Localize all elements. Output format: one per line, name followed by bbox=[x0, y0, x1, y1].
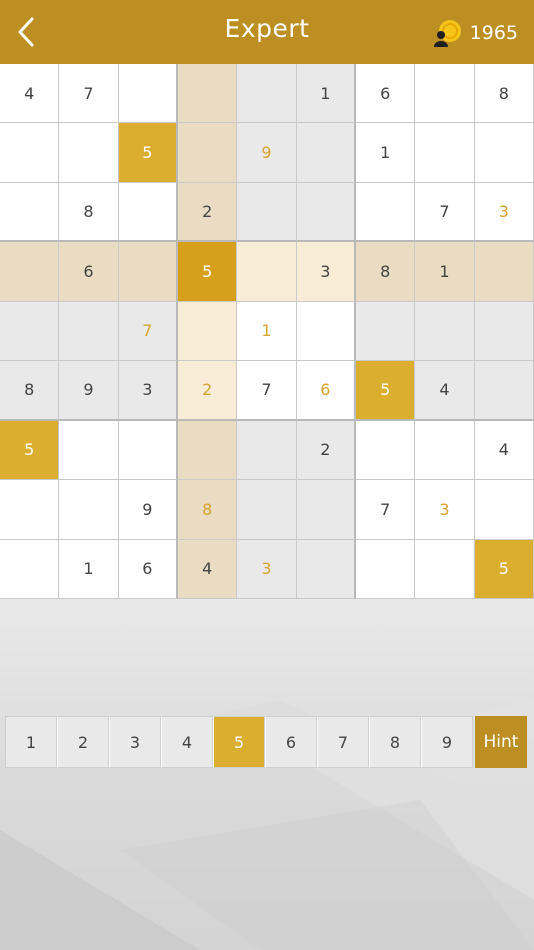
board-cell-r8-c6[interactable] bbox=[296, 480, 356, 540]
board-cell-r2-c8[interactable] bbox=[415, 123, 475, 183]
board-cell-r3-c4[interactable]: 2 bbox=[177, 182, 238, 243]
board-cell-r8-c9[interactable] bbox=[474, 480, 534, 540]
board-cell-r9-c9[interactable]: 5 bbox=[474, 539, 534, 599]
board-cell-r1-c3[interactable] bbox=[118, 64, 178, 124]
board-cell-r5-c6[interactable] bbox=[296, 301, 356, 362]
board-cell-r4-c2[interactable]: 6 bbox=[59, 242, 119, 302]
board-cell-r3-c7[interactable] bbox=[355, 182, 416, 243]
board-cell-r6-c8[interactable]: 4 bbox=[415, 361, 475, 421]
board-cell-r4-c3[interactable] bbox=[118, 242, 178, 302]
board-cell-r3-c8[interactable]: 7 bbox=[415, 182, 475, 243]
hint-button[interactable]: Hint bbox=[475, 716, 527, 768]
board-cell-r2-c7[interactable]: 1 bbox=[355, 123, 416, 183]
board-cell-r5-c2[interactable] bbox=[59, 301, 119, 362]
board-cell-r1-c7[interactable]: 6 bbox=[355, 64, 416, 124]
board-cell-r6-c6[interactable]: 6 bbox=[296, 361, 356, 421]
board-cell-r5-c8[interactable] bbox=[415, 301, 475, 362]
board-cell-r5-c3[interactable]: 7 bbox=[118, 301, 178, 362]
board-cell-r6-c4[interactable]: 2 bbox=[177, 361, 238, 421]
board-cell-r1-c2[interactable]: 7 bbox=[59, 64, 119, 124]
board-cell-r2-c4[interactable] bbox=[177, 123, 238, 183]
board-cell-r6-c2[interactable]: 9 bbox=[59, 361, 119, 421]
number-key-5[interactable]: 5 bbox=[213, 716, 265, 768]
board-cell-r5-c9[interactable] bbox=[474, 301, 534, 362]
coin-user-icon bbox=[432, 18, 462, 48]
board-cell-r7-c9[interactable]: 4 bbox=[474, 420, 534, 481]
board-cell-r9-c5[interactable]: 3 bbox=[237, 539, 297, 599]
board-cell-r5-c4[interactable] bbox=[177, 301, 238, 362]
board-cell-r5-c7[interactable] bbox=[355, 301, 416, 362]
board-cell-r4-c8[interactable]: 1 bbox=[415, 242, 475, 302]
board-cell-r2-c9[interactable] bbox=[474, 123, 534, 183]
board-cell-r6-c5[interactable]: 7 bbox=[237, 361, 297, 421]
board-cell-r6-c7[interactable]: 5 bbox=[355, 361, 416, 421]
board-cell-r6-c9[interactable] bbox=[474, 361, 534, 421]
board-cell-r4-c7[interactable]: 8 bbox=[355, 242, 416, 302]
board-cell-r9-c7[interactable] bbox=[355, 539, 416, 599]
board-cell-r9-c1[interactable] bbox=[0, 539, 60, 599]
coin-balance: 1965 bbox=[432, 18, 518, 48]
board-cell-r7-c6[interactable]: 2 bbox=[296, 420, 356, 481]
board-cell-r1-c6[interactable]: 1 bbox=[296, 64, 356, 124]
board-cell-r9-c8[interactable] bbox=[415, 539, 475, 599]
number-key-2[interactable]: 2 bbox=[57, 716, 109, 768]
number-key-7[interactable]: 7 bbox=[317, 716, 369, 768]
board-cell-r7-c3[interactable] bbox=[118, 420, 178, 481]
board-cell-r7-c5[interactable] bbox=[237, 420, 297, 481]
board-cell-r8-c3[interactable]: 9 bbox=[118, 480, 178, 540]
number-key-4[interactable]: 4 bbox=[161, 716, 213, 768]
board-cell-r3-c6[interactable] bbox=[296, 182, 356, 243]
board-cell-r1-c1[interactable]: 4 bbox=[0, 64, 60, 124]
board-cell-r2-c6[interactable] bbox=[296, 123, 356, 183]
board-cell-r2-c5[interactable]: 9 bbox=[237, 123, 297, 183]
board-cell-r2-c1[interactable] bbox=[0, 123, 60, 183]
board-cell-r4-c6[interactable]: 3 bbox=[296, 242, 356, 302]
number-key-3[interactable]: 3 bbox=[109, 716, 161, 768]
board-cell-r1-c9[interactable]: 8 bbox=[474, 64, 534, 124]
board-cell-r4-c5[interactable] bbox=[237, 242, 297, 302]
board-cell-r7-c2[interactable] bbox=[59, 420, 119, 481]
board-cell-r9-c3[interactable]: 6 bbox=[118, 539, 178, 599]
board-cell-r3-c2[interactable]: 8 bbox=[59, 182, 119, 243]
board-cell-r7-c7[interactable] bbox=[355, 420, 416, 481]
number-key-1[interactable]: 1 bbox=[5, 716, 57, 768]
board-cell-r3-c3[interactable] bbox=[118, 182, 178, 243]
board-cell-r7-c8[interactable] bbox=[415, 420, 475, 481]
board-cell-r4-c4[interactable]: 5 bbox=[177, 242, 238, 302]
board-cell-r5-c5[interactable]: 1 bbox=[237, 301, 297, 362]
board-cell-r1-c4[interactable] bbox=[177, 64, 238, 124]
board-cell-r4-c1[interactable] bbox=[0, 242, 60, 302]
board-cell-r2-c3[interactable]: 5 bbox=[118, 123, 178, 183]
board-cell-r8-c8[interactable]: 3 bbox=[415, 480, 475, 540]
board-cell-r9-c4[interactable]: 4 bbox=[177, 539, 238, 599]
board-cell-r1-c8[interactable] bbox=[415, 64, 475, 124]
coin-count: 1965 bbox=[469, 22, 518, 44]
board-cell-r8-c4[interactable]: 8 bbox=[177, 480, 238, 540]
board-cell-r8-c5[interactable] bbox=[237, 480, 297, 540]
number-key-6[interactable]: 6 bbox=[265, 716, 317, 768]
board-cell-r7-c4[interactable] bbox=[177, 420, 238, 481]
board-cell-r1-c5[interactable] bbox=[237, 64, 297, 124]
board-cell-r6-c3[interactable]: 3 bbox=[118, 361, 178, 421]
board-cell-r4-c9[interactable] bbox=[474, 242, 534, 302]
board-cell-r8-c1[interactable] bbox=[0, 480, 60, 540]
board-cell-r9-c6[interactable] bbox=[296, 539, 356, 599]
number-pad: 1 2 3 4 5 6 7 8 9 Hint bbox=[5, 716, 527, 768]
top-bar: Expert 1965 bbox=[0, 0, 534, 64]
board-cell-r3-c9[interactable]: 3 bbox=[474, 182, 534, 243]
board-cell-r7-c1[interactable]: 5 bbox=[0, 420, 60, 481]
board-cell-r2-c2[interactable] bbox=[59, 123, 119, 183]
board-cell-r9-c2[interactable]: 1 bbox=[59, 539, 119, 599]
sudoku-board: 471685918273653817189327654524987316435 bbox=[0, 64, 534, 599]
board-cell-r5-c1[interactable] bbox=[0, 301, 60, 362]
number-key-8[interactable]: 8 bbox=[369, 716, 421, 768]
board-cell-r8-c2[interactable] bbox=[59, 480, 119, 540]
board-cell-r3-c5[interactable] bbox=[237, 182, 297, 243]
board-cell-r6-c1[interactable]: 8 bbox=[0, 361, 60, 421]
number-key-9[interactable]: 9 bbox=[421, 716, 473, 768]
board-cell-r3-c1[interactable] bbox=[0, 182, 60, 243]
board-cell-r8-c7[interactable]: 7 bbox=[355, 480, 416, 540]
